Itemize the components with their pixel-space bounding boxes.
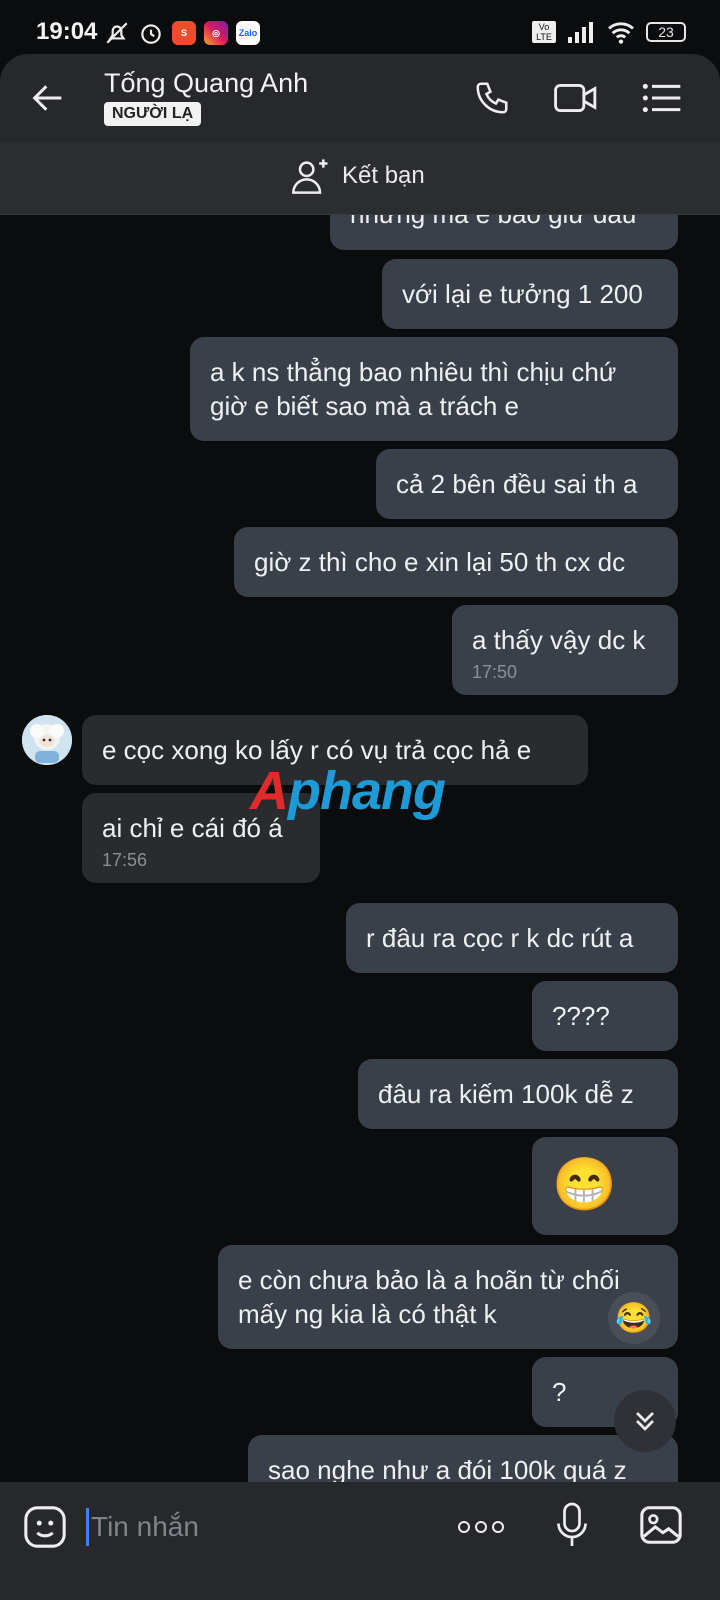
grinning-emoji-icon: 😁 [552, 1156, 617, 1214]
status-notification-icons: S ◎ Zalo [104, 20, 260, 46]
message-bubble[interactable]: a k ns thẳng bao nhiêu thì chịu chứ giờ … [190, 337, 678, 441]
more-options-button[interactable] [456, 1512, 506, 1547]
volte-icon: Vo LTE [532, 21, 556, 43]
add-friend-button[interactable]: Kết bạn [290, 156, 425, 196]
bell-off-icon [106, 22, 128, 44]
wifi-icon [608, 22, 634, 44]
add-user-icon [292, 159, 328, 194]
message-text: ? [552, 1377, 567, 1407]
message-text: cả 2 bên đều sai th a [396, 469, 638, 499]
voice-call-button[interactable] [470, 76, 514, 120]
add-friend-label: Kết bạn [342, 162, 425, 189]
message-text: ???? [552, 1001, 610, 1031]
scroll-to-bottom-button[interactable] [614, 1390, 676, 1452]
message-bubble[interactable]: giờ z thì cho e xin lại 50 th cx dc [234, 527, 678, 597]
message-bubble[interactable]: với lại e tưởng 1 200 [382, 259, 678, 329]
arrow-left-icon [32, 85, 62, 111]
signal-icon [568, 22, 593, 43]
sheep-avatar-icon [22, 715, 72, 765]
gallery-button[interactable] [638, 1502, 684, 1553]
contact-avatar[interactable] [22, 715, 72, 765]
message-text: nhưng mà e bảo giữ đấu [350, 215, 636, 229]
message-text: đâu ra kiếm 100k dễ z [378, 1079, 634, 1109]
double-chevron-down-icon [636, 1412, 654, 1431]
sticker-button[interactable] [22, 1504, 68, 1555]
message-time: 17:56 [102, 850, 148, 870]
laughing-emoji-icon: 😂 [615, 1301, 653, 1335]
menu-button[interactable] [640, 76, 684, 120]
alarm-icon [141, 24, 161, 44]
voice-message-button[interactable] [554, 1500, 590, 1555]
message-bubble[interactable]: đâu ra kiếm 100k dễ z [358, 1059, 678, 1129]
image-icon [640, 1506, 682, 1544]
back-button[interactable] [28, 78, 68, 123]
message-bubble[interactable]: cả 2 bên đều sai th a [376, 449, 678, 519]
message-bubble[interactable]: a thấy vậy dc k 17:50 [452, 605, 678, 695]
reaction-badge[interactable]: 😂 [608, 1292, 660, 1344]
message-input[interactable]: Tin nhắn [86, 1508, 199, 1546]
status-time: 19:04 [36, 18, 98, 45]
video-call-button[interactable] [554, 76, 598, 120]
message-bubble[interactable]: r đâu ra cọc r k dc rút a [346, 903, 678, 973]
message-text: r đâu ra cọc r k dc rút a [366, 923, 634, 953]
status-system-icons: Vo LTE 23 [532, 20, 686, 44]
zalo-icon: Zalo [236, 21, 260, 45]
phone-icon [476, 82, 508, 114]
watermark-logo: Aphang [250, 761, 446, 821]
stranger-badge: NGƯỜI LẠ [104, 102, 202, 126]
message-time: 17:50 [472, 662, 518, 682]
message-text: a thấy vậy dc k [472, 625, 646, 655]
shopee-icon: S [172, 21, 196, 45]
add-friend-bar: Kết bạn [0, 142, 720, 215]
message-bubble[interactable]: 😁 [532, 1137, 678, 1235]
composer-bar: Tin nhắn [0, 1482, 720, 1600]
status-bar: 19:04 S ◎ Zalo Vo LTE 23 [0, 0, 720, 56]
instagram-icon: ◎ [204, 21, 228, 45]
message-text: a k ns thẳng bao nhiêu thì chịu chứ giờ … [210, 357, 617, 421]
message-text: e còn chưa bảo là a hoãn từ chối mấy ng … [238, 1265, 620, 1329]
message-text: giờ z thì cho e xin lại 50 th cx dc [254, 547, 626, 577]
list-menu-icon [642, 83, 681, 113]
microphone-icon [557, 1502, 587, 1546]
more-dots-icon [458, 1521, 504, 1533]
message-bubble[interactable]: e còn chưa bảo là a hoãn từ chối mấy ng … [218, 1245, 678, 1349]
message-bubble[interactable]: nhưng mà e bảo giữ đấu [330, 215, 678, 250]
contact-name[interactable]: Tống Quang Anh [104, 68, 308, 99]
message-text: sao nghe như a đói 100k quá z [268, 1455, 627, 1485]
message-text: với lại e tưởng 1 200 [402, 279, 643, 309]
battery-indicator: 23 [646, 22, 686, 42]
video-camera-icon [554, 84, 597, 112]
message-bubble[interactable]: ???? [532, 981, 678, 1051]
smiley-sticker-icon [24, 1506, 66, 1548]
chat-header: Tống Quang Anh NGƯỜI LẠ [0, 54, 720, 142]
